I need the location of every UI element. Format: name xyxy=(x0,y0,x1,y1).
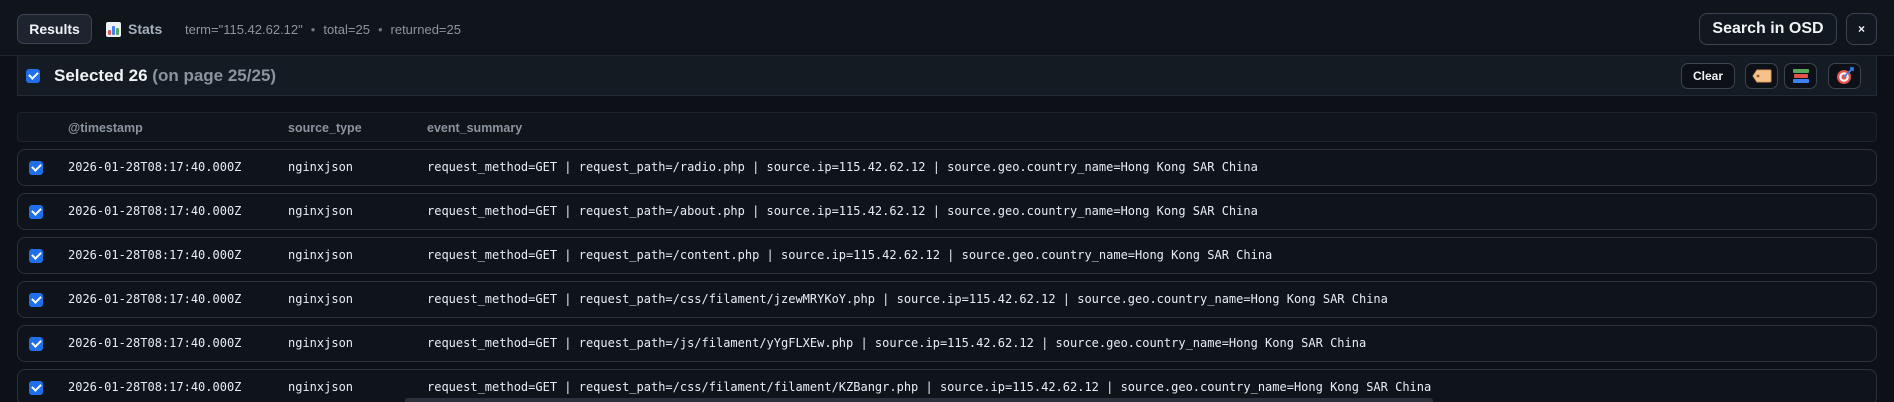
row-event-summary: request_method=GET | request_path=/css/f… xyxy=(427,380,1432,394)
column-source-type[interactable]: source_type xyxy=(288,121,362,135)
table-row[interactable]: 2026-01-28T08:17:40.000Z nginxjson reque… xyxy=(17,325,1877,362)
table-row[interactable]: 2026-01-28T08:17:40.000Z nginxjson reque… xyxy=(17,237,1877,274)
row-event-summary: request_method=GET | request_path=/css/f… xyxy=(427,292,1388,306)
tab-stats[interactable]: Stats xyxy=(106,14,162,44)
search-term: term="115.42.62.12" xyxy=(185,21,303,37)
horizontal-scrollbar[interactable] xyxy=(405,398,1433,402)
books-button[interactable] xyxy=(1784,63,1817,89)
results-toolbar: Results Stats term="115.42.62.12" • tota… xyxy=(0,0,1894,56)
bar-chart-icon xyxy=(106,21,121,37)
select-all-checkbox[interactable] xyxy=(26,69,40,83)
selection-summary: Selected 26 (on page 25/25) xyxy=(54,66,276,86)
row-source-type: nginxjson xyxy=(288,204,354,218)
total-count: total=25 xyxy=(323,21,370,37)
books-icon xyxy=(1792,69,1809,83)
close-button[interactable]: × xyxy=(1846,13,1877,45)
meta-separator: • xyxy=(377,21,383,37)
row-timestamp: 2026-01-28T08:17:40.000Z xyxy=(68,248,242,262)
row-source-type: nginxjson xyxy=(288,160,354,174)
column-timestamp[interactable]: @timestamp xyxy=(68,121,143,135)
row-event-summary: request_method=GET | request_path=/radio… xyxy=(427,160,1258,174)
row-checkbox[interactable] xyxy=(29,293,43,307)
row-checkbox[interactable] xyxy=(29,161,43,175)
row-checkbox[interactable] xyxy=(29,337,43,351)
meta-separator: • xyxy=(310,21,316,37)
row-checkbox[interactable] xyxy=(29,381,43,395)
query-meta: term="115.42.62.12" • total=25 • returne… xyxy=(185,14,461,44)
table-header: @timestamp source_type event_summary xyxy=(17,112,1877,142)
row-source-type: nginxjson xyxy=(288,336,354,350)
row-timestamp: 2026-01-28T08:17:40.000Z xyxy=(68,336,242,350)
row-timestamp: 2026-01-28T08:17:40.000Z xyxy=(68,204,242,218)
row-source-type: nginxjson xyxy=(288,380,354,394)
row-timestamp: 2026-01-28T08:17:40.000Z xyxy=(68,380,242,394)
row-event-summary: request_method=GET | request_path=/about… xyxy=(427,204,1258,218)
row-checkbox[interactable] xyxy=(29,205,43,219)
selected-count: Selected 26 xyxy=(54,66,148,85)
table-row[interactable]: 2026-01-28T08:17:40.000Z nginxjson reque… xyxy=(17,281,1877,318)
selected-page: (on page 25/25) xyxy=(152,66,277,85)
row-source-type: nginxjson xyxy=(288,248,354,262)
search-in-osd-button[interactable]: Search in OSD xyxy=(1699,13,1837,45)
target-button[interactable] xyxy=(1828,63,1861,89)
close-icon: × xyxy=(1857,22,1865,36)
row-event-summary: request_method=GET | request_path=/js/fi… xyxy=(427,336,1367,350)
row-timestamp: 2026-01-28T08:17:40.000Z xyxy=(68,292,242,306)
row-checkbox[interactable] xyxy=(29,249,43,263)
selection-bar: Selected 26 (on page 25/25) Clear xyxy=(17,56,1877,96)
row-event-summary: request_method=GET | request_path=/conte… xyxy=(427,248,1273,262)
returned-count: returned=25 xyxy=(390,21,461,37)
row-timestamp: 2026-01-28T08:17:40.000Z xyxy=(68,160,242,174)
tag-icon xyxy=(1751,69,1771,83)
tag-button[interactable] xyxy=(1745,63,1778,89)
row-source-type: nginxjson xyxy=(288,292,354,306)
clear-selection-button[interactable]: Clear xyxy=(1681,63,1735,89)
column-event-summary[interactable]: event_summary xyxy=(427,121,522,135)
table-row[interactable]: 2026-01-28T08:17:40.000Z nginxjson reque… xyxy=(17,149,1877,186)
target-icon xyxy=(1836,67,1854,84)
tab-results[interactable]: Results xyxy=(17,14,92,44)
tab-stats-label: Stats xyxy=(128,21,163,37)
table-row[interactable]: 2026-01-28T08:17:40.000Z nginxjson reque… xyxy=(17,193,1877,230)
